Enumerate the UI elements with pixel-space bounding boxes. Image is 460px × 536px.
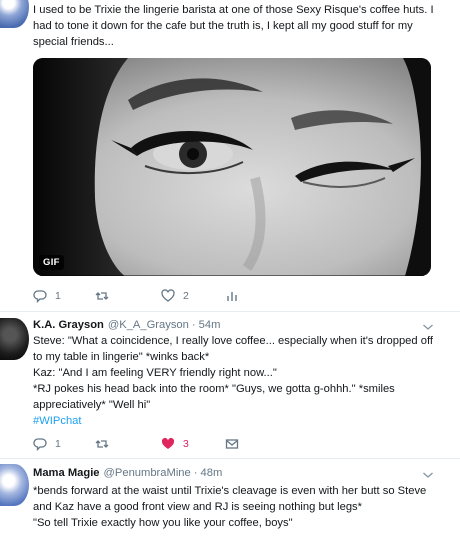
direct-message-button[interactable] xyxy=(225,437,239,451)
tweet-body: Steve: "What a coincidence, I really lov… xyxy=(33,333,443,429)
like-button[interactable]: 3 xyxy=(161,437,189,451)
retweet-icon xyxy=(95,292,109,300)
reply-icon xyxy=(33,290,47,303)
reply-count: 1 xyxy=(55,438,61,450)
avatar[interactable] xyxy=(0,0,29,28)
gif-media[interactable]: GIF xyxy=(33,58,431,276)
analytics-button[interactable] xyxy=(225,289,239,303)
tweet-2[interactable]: K.A. Grayson @K_A_Grayson · 54m Steve: "… xyxy=(0,312,460,458)
like-count: 2 xyxy=(183,290,189,302)
envelope-icon xyxy=(225,439,239,449)
analytics-icon xyxy=(227,292,237,301)
tweet-body: *bends forward at the waist until Trixie… xyxy=(33,483,443,531)
avatar[interactable] xyxy=(0,318,29,360)
chevron-down-icon[interactable] xyxy=(422,322,434,332)
reply-count: 1 xyxy=(55,290,61,302)
tweet-line: *RJ pokes his head back into the room* "… xyxy=(33,383,395,411)
heart-filled-icon xyxy=(161,437,175,449)
display-name[interactable]: K.A. Grayson xyxy=(33,319,104,331)
avatar[interactable] xyxy=(0,464,29,506)
separator-dot: · xyxy=(191,319,196,331)
tweet-line: "So tell Trixie exactly how you like you… xyxy=(33,517,293,529)
tweet-header: K.A. Grayson @K_A_Grayson · 54m xyxy=(33,319,220,331)
like-count: 3 xyxy=(183,438,189,450)
like-button[interactable]: 2 xyxy=(161,289,189,303)
tweet-header: Mama Magie @PenumbraMine · 48m xyxy=(33,467,222,479)
winking-eye-image xyxy=(33,58,431,276)
display-name[interactable]: Mama Magie xyxy=(33,467,100,479)
hashtag-link[interactable]: #WIPchat xyxy=(33,413,443,429)
reply-button[interactable]: 1 xyxy=(33,437,61,451)
reply-icon xyxy=(33,438,47,451)
timestamp[interactable]: 54m xyxy=(199,319,221,331)
heart-icon xyxy=(161,289,175,302)
tweet-line: Steve: "What a coincidence, I really lov… xyxy=(33,335,433,363)
tweet-line: *bends forward at the waist until Trixie… xyxy=(33,485,427,513)
tweet-3[interactable]: Mama Magie @PenumbraMine · 48m *bends fo… xyxy=(0,459,460,536)
gif-badge: GIF xyxy=(39,255,64,270)
chevron-down-icon[interactable] xyxy=(422,470,434,480)
retweet-icon xyxy=(95,440,109,448)
separator-dot: · xyxy=(193,467,198,479)
tweet-1[interactable]: I used to be Trixie the lingerie barista… xyxy=(0,0,460,311)
user-handle[interactable]: @K_A_Grayson xyxy=(108,319,189,331)
tweet-line: Kaz: "And I am feeling VERY friendly rig… xyxy=(33,367,277,379)
retweet-button[interactable] xyxy=(95,289,117,303)
timestamp[interactable]: 48m xyxy=(201,467,223,479)
retweet-button[interactable] xyxy=(95,437,109,451)
tweet-text: I used to be Trixie the lingerie barista… xyxy=(33,4,434,48)
reply-button[interactable]: 1 xyxy=(33,289,61,303)
user-handle[interactable]: @PenumbraMine xyxy=(104,467,191,479)
